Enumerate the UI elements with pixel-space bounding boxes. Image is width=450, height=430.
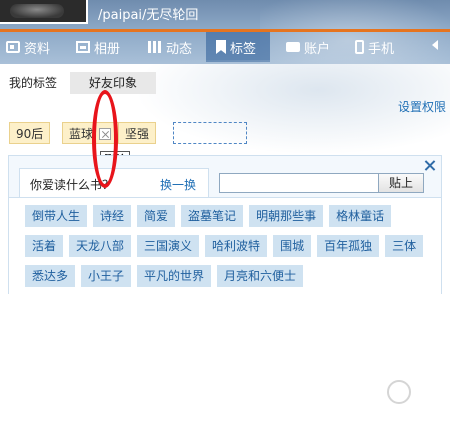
nav-item-tags[interactable]: 标签 bbox=[206, 32, 270, 62]
book-chip[interactable]: 诗经 bbox=[93, 205, 132, 227]
refresh-link[interactable]: 换一换 bbox=[160, 176, 196, 193]
book-chip[interactable]: 三国演义 bbox=[137, 235, 200, 257]
book-chip[interactable]: 月亮和六便士 bbox=[217, 265, 304, 287]
paste-button[interactable]: 贴上 bbox=[378, 173, 424, 193]
activity-grid-icon bbox=[148, 41, 162, 53]
profile-card-icon bbox=[6, 41, 20, 53]
tab-my-tags[interactable]: 我的标签 bbox=[9, 72, 57, 94]
avatar[interactable] bbox=[0, 0, 88, 24]
tag-label: 蓝球 bbox=[69, 127, 94, 141]
main-nav: 资料 相册 动态 标签 账户 手机 bbox=[0, 32, 450, 62]
book-chip[interactable]: 简爱 bbox=[137, 205, 176, 227]
phone-icon bbox=[355, 40, 364, 54]
book-row: 倒带人生 诗经 简爱 盗墓笔记 明朝那些事 格林童话 bbox=[25, 205, 397, 227]
book-chip[interactable]: 活着 bbox=[25, 235, 64, 257]
nav-label: 标签 bbox=[230, 41, 257, 57]
panel-body: 倒带人生 诗经 简爱 盗墓笔记 明朝那些事 格林童话 活着 天龙八部 三国演义 … bbox=[9, 197, 441, 294]
nav-label: 动态 bbox=[166, 41, 193, 57]
nav-item-activity[interactable]: 动态 bbox=[148, 32, 192, 62]
book-chip[interactable]: 明朝那些事 bbox=[249, 205, 324, 227]
book-chip[interactable]: 悉达多 bbox=[25, 265, 76, 287]
set-permission-link[interactable]: 设置权限 bbox=[398, 98, 446, 115]
book-row: 悉达多 小王子 平凡的世界 月亮和六便士 bbox=[25, 265, 309, 287]
nav-item-account[interactable]: 账户 bbox=[286, 32, 330, 62]
book-chip[interactable]: 小王子 bbox=[81, 265, 132, 287]
nav-label: 手机 bbox=[368, 41, 395, 57]
tab-friend-impressions[interactable]: 好友印象 bbox=[70, 72, 156, 94]
tag-item[interactable]: 90后 bbox=[9, 122, 51, 144]
book-row: 活着 天龙八部 三国演义 哈利波特 围城 百年孤独 三体 bbox=[25, 235, 429, 257]
username-path: /paipai/无尽轮回 bbox=[98, 8, 199, 23]
book-suggestion-panel: 你爱读什么书？ 换一换 贴上 倒带人生 诗经 简爱 盗墓笔记 明朝那些事 格林童… bbox=[8, 155, 442, 294]
nav-label: 账户 bbox=[304, 41, 331, 57]
book-chip[interactable]: 围城 bbox=[273, 235, 312, 257]
close-icon[interactable] bbox=[424, 160, 435, 171]
add-tag-slot[interactable] bbox=[173, 122, 247, 144]
nav-item-phone[interactable]: 手机 bbox=[355, 32, 394, 62]
nav-item-profile[interactable]: 资料 bbox=[6, 32, 50, 62]
nav-label: 相册 bbox=[94, 41, 121, 57]
tag-input[interactable] bbox=[219, 173, 379, 193]
site-watermark bbox=[370, 380, 428, 410]
briefcase-icon bbox=[286, 42, 300, 52]
nav-item-album[interactable]: 相册 bbox=[76, 32, 120, 62]
book-chip[interactable]: 倒带人生 bbox=[25, 205, 88, 227]
profile-header: /paipai/无尽轮回 资料 相册 动态 标签 账户 手机 bbox=[0, 0, 450, 64]
nav-label: 资料 bbox=[24, 41, 51, 57]
highlight-oval bbox=[92, 90, 118, 188]
chevron-left-icon[interactable] bbox=[432, 40, 438, 50]
book-chip[interactable]: 三体 bbox=[385, 235, 424, 257]
tag-label: 90后 bbox=[16, 127, 44, 141]
photo-album-icon bbox=[76, 41, 90, 53]
book-chip[interactable]: 平凡的世界 bbox=[137, 265, 212, 287]
book-chip[interactable]: 格林童话 bbox=[329, 205, 392, 227]
book-chip[interactable]: 百年孤独 bbox=[317, 235, 380, 257]
book-chip[interactable]: 盗墓笔记 bbox=[181, 205, 244, 227]
bookmark-icon bbox=[216, 40, 226, 54]
tag-item[interactable]: 坚强 bbox=[118, 122, 157, 144]
tag-label: 坚强 bbox=[125, 127, 150, 141]
book-chip[interactable]: 哈利波特 bbox=[205, 235, 268, 257]
book-chip[interactable]: 天龙八部 bbox=[69, 235, 132, 257]
